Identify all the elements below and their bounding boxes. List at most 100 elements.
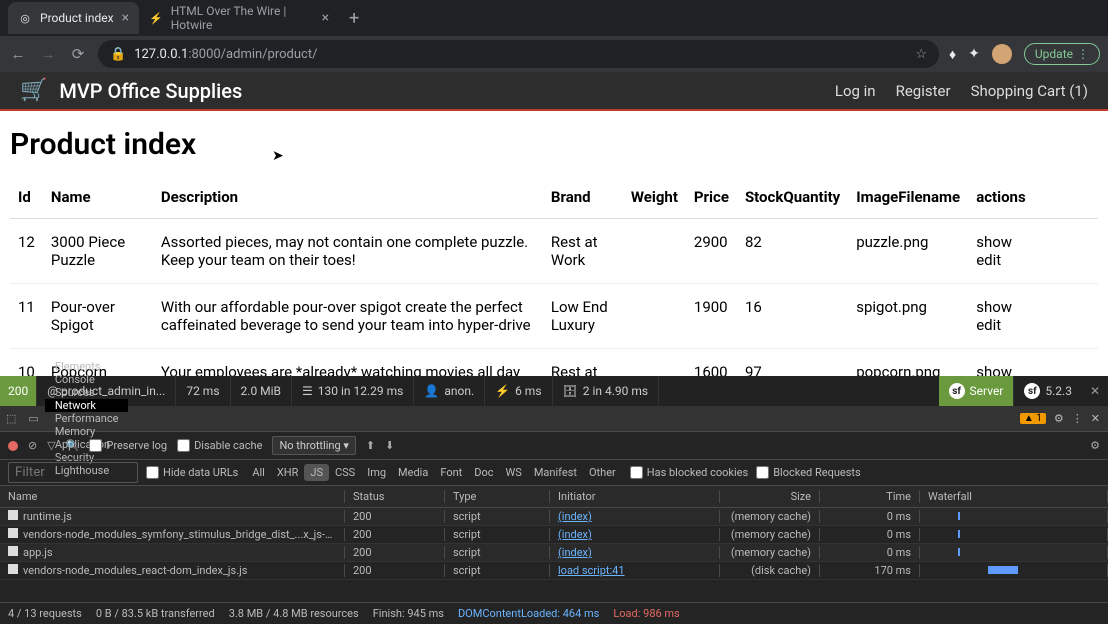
table-cell: With our affordable pour-over spigot cre… [153,284,543,349]
network-column-header[interactable]: Size [720,490,820,503]
status-transferred: 0 B / 83.5 kB transferred [96,607,215,620]
star-icon[interactable]: ☆ [915,47,927,62]
sf-status-code[interactable]: 200 [0,376,37,406]
gear-icon[interactable]: ⚙ [1090,439,1100,452]
sf-version[interactable]: sf5.2.3 [1014,383,1082,399]
edit-link[interactable]: edit [976,251,1090,269]
filter-type-button[interactable]: Media [392,464,434,481]
back-icon[interactable]: ← [8,45,28,63]
filter-type-button[interactable]: JS [304,464,329,481]
cart-icon: 🛒 [20,78,47,103]
devtools-tab[interactable]: Elements [45,360,129,373]
network-column-header[interactable]: Type [445,490,550,503]
filter-input[interactable] [8,462,138,483]
reload-icon[interactable]: ⟳ [68,45,88,63]
initiator-link[interactable]: (index) [558,510,592,523]
update-button[interactable]: Update⋮ [1024,43,1100,65]
column-header[interactable]: StockQuantity [737,176,848,219]
sf-server[interactable]: sfServer [939,376,1015,406]
disable-cache-checkbox[interactable]: Disable cache [177,439,262,452]
network-column-header[interactable]: Name [0,490,345,503]
network-column-header[interactable]: Time [820,490,920,503]
column-header[interactable]: Price [686,176,737,219]
column-header[interactable]: ImageFilename [848,176,968,219]
file-icon [8,510,18,520]
new-tab-button[interactable]: + [339,8,369,29]
close-icon[interactable]: ✕ [1091,412,1100,425]
initiator-link[interactable]: (index) [558,528,592,541]
filter-type-button[interactable]: CSS [329,464,361,481]
brand[interactable]: 🛒 MVP Office Supplies [20,78,242,103]
filter-icon[interactable]: ▽ [47,439,55,452]
cart-link[interactable]: Shopping Cart (1) [971,82,1088,100]
upload-icon[interactable]: ⬆ [366,439,375,452]
network-column-header[interactable]: Initiator [550,490,720,503]
close-icon[interactable]: × [122,10,129,26]
hide-urls-checkbox[interactable]: Hide data URLs [146,466,238,479]
gear-icon[interactable]: ⚙ [1054,412,1064,425]
menu-icon[interactable]: ⋮ [1072,412,1083,425]
devtools-tab[interactable]: Performance [45,412,129,425]
sf-time[interactable]: 72 ms [176,376,230,406]
devtools-tab[interactable]: Console [45,373,129,386]
filter-type-button[interactable]: XHR [271,464,305,481]
sf-user[interactable]: 👤anon. [414,376,485,406]
sf-memory[interactable]: 2.0 MiB [231,376,293,406]
login-link[interactable]: Log in [835,82,876,100]
filter-type-button[interactable]: Doc [468,464,499,481]
search-icon[interactable]: 🔍 [66,439,80,452]
browser-tab-active[interactable]: ◎ Product index × [8,2,139,34]
download-icon[interactable]: ⬇ [385,439,394,452]
show-link[interactable]: show [976,233,1090,251]
close-icon[interactable]: × [322,10,329,26]
filter-type-button[interactable]: Manifest [528,464,583,481]
filter-type-button[interactable]: All [246,464,271,481]
network-column-header[interactable]: Status [345,490,445,503]
filter-type-button[interactable]: Font [434,464,468,481]
devtools-tab[interactable]: Sources [45,386,129,399]
initiator-link[interactable]: (index) [558,546,592,559]
filter-type-button[interactable]: Img [361,464,392,481]
symfony-toolbar: 200 @ product_admin_in... 72 ms 2.0 MiB … [0,376,1108,406]
inspect-icon[interactable]: ⬚ [0,412,22,425]
preserve-log-checkbox[interactable]: Preserve log [89,439,167,452]
column-header[interactable]: actions [968,176,1098,219]
flame-icon[interactable]: ♦ [949,46,956,63]
devtools-tab[interactable]: Network [45,399,129,412]
network-row[interactable]: runtime.js200script(index)(memory cache)… [0,508,1108,526]
column-header[interactable]: Weight [623,176,686,219]
initiator-link[interactable]: load script:41 [558,564,625,577]
device-icon[interactable]: ▭ [22,412,44,425]
sf-cache[interactable]: 🗄2 in 4.90 ms [553,376,660,406]
edit-link[interactable]: edit [976,316,1090,334]
table-cell: 16 [737,284,848,349]
column-header[interactable]: Name [43,176,153,219]
close-icon[interactable]: ✕ [1082,384,1108,398]
browser-tab-bar: ◎ Product index × ⚡ HTML Over The Wire |… [0,0,1108,36]
network-row[interactable]: vendors-node_modules_symfony_stimulus_br… [0,526,1108,544]
show-link[interactable]: show [976,298,1090,316]
clear-icon[interactable]: ⊘ [28,439,37,452]
record-icon[interactable] [8,441,18,451]
warning-badge[interactable]: ▲ 1 [1020,413,1046,424]
blocked-requests-checkbox[interactable]: Blocked Requests [756,466,861,479]
column-header[interactable]: Brand [543,176,623,219]
column-header[interactable]: Description [153,176,543,219]
register-link[interactable]: Register [896,82,951,100]
throttling-select[interactable]: No throttling ▾ [272,436,355,455]
column-header[interactable]: Id [10,176,43,219]
sf-db[interactable]: ☰130 in 12.29 ms [292,376,414,406]
browser-tab-inactive[interactable]: ⚡ HTML Over The Wire | Hotwire × [139,2,339,34]
page-title: Product index [10,127,1098,162]
tab-title: HTML Over The Wire | Hotwire [171,4,314,32]
extensions-icon[interactable]: ✦ [968,46,980,62]
blocked-cookies-checkbox[interactable]: Has blocked cookies [630,466,748,479]
sf-ajax[interactable]: ⚡6 ms [485,376,552,406]
network-column-header[interactable]: Waterfall [920,490,1108,503]
filter-type-button[interactable]: WS [500,464,528,481]
avatar[interactable] [992,44,1012,64]
url-bar[interactable]: 🔒 127.0.0.1:8000/admin/product/ ☆ [98,40,939,68]
network-row[interactable]: vendors-node_modules_react-dom_index_js.… [0,562,1108,580]
filter-type-button[interactable]: Other [583,464,622,481]
network-row[interactable]: app.js200script(index)(memory cache)0 ms [0,544,1108,562]
